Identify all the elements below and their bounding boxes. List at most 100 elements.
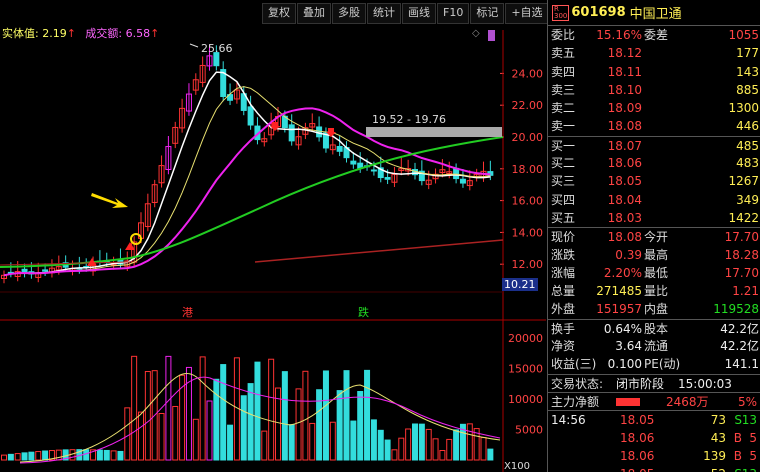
volume-bar [138,411,144,461]
volume-bar [199,356,206,461]
volume-bar [480,437,487,461]
quote-row: 买三 18.05 1267 [548,172,760,190]
volume-bar [213,378,220,461]
quote-label: 涨跌 [551,247,576,262]
toolbar-button-0[interactable]: 复权 [262,3,296,24]
quote-value-2: 1300 [728,101,759,116]
quote-value: 0.100 [607,357,642,372]
legend-arrow-2: ↑ [150,27,160,40]
quote-value: 18.06 [607,156,642,171]
diamond-icon[interactable]: ◇ [472,28,480,39]
legend-arrow-1: ↑ [66,27,76,40]
quote-row: 涨幅 2.20% 最低 17.70 [548,264,760,282]
quote-row: 净资 3.64 流通 42.2亿 [548,337,760,355]
quote-value: 151957 [596,302,642,317]
highlight-circle [130,233,142,245]
volume-bar [110,450,117,461]
quote-row: 买一 18.07 485 [548,135,760,154]
quote-label: 卖五 [551,46,576,61]
quote-label: 卖四 [551,64,576,79]
quote-label: 卖三 [551,82,576,97]
volume-bar [453,429,460,461]
volume-bar [446,438,453,461]
candle [336,145,343,152]
ma5-line [3,71,491,277]
quote-row: 卖一 18.08 446 [548,117,760,135]
quote-label-2: 最高 [644,247,669,262]
volume-axis-label: 15000 [508,363,543,376]
toolbar-button-1[interactable]: 叠加 [297,3,331,24]
candle [350,160,357,165]
trade-price: 18.06 [620,430,655,445]
quote-label-2: 量比 [644,284,669,299]
quote-value-2: 485 [736,138,759,153]
quote-value-2: 885 [736,82,759,97]
toolbar-button-6[interactable]: 标记 [470,3,505,24]
quote-label: 收益(三) [551,357,597,372]
volume-bar [439,450,446,461]
resistance-band [366,127,502,137]
quote-value: 18.07 [607,138,642,153]
bookmark-flag-icon[interactable] [488,30,495,41]
volume-bar [398,437,405,461]
legend-turnover: 成交额: 6.58 [85,27,151,40]
volume-bar [131,355,138,461]
volume-bar [425,428,432,461]
quote-label: 卖一 [551,119,576,134]
price-axis-label: 16.00 [512,195,544,208]
quote-row: 换手 0.64% 股本 42.2亿 [548,318,760,337]
toolbar-button-7[interactable]: +自选 [505,3,549,24]
volume-bar [103,449,110,461]
status-time: 15:00:03 [678,376,732,391]
quote-label: 委比 [551,28,576,42]
status-label: 交易状态: [551,376,604,391]
quote-label: 买三 [551,174,576,189]
quote-label-2: 内盘 [644,302,669,317]
trade-price: 18.06 [620,448,655,463]
toolbar-button-5[interactable]: F10 [437,3,470,24]
toolbar-button-4[interactable]: 画线 [402,3,436,24]
candle [288,124,295,142]
quote-label: 买一 [551,138,576,153]
chart-canvas[interactable]: 24.00 22.00 20.00 18.00 16.00 14.00 12.00 20000… [0,0,546,472]
quote-label: 现价 [551,230,576,245]
volume-bar [487,448,494,461]
volume-bar [377,429,384,461]
trade-count: 5 [749,448,757,463]
trade-side: B [733,448,742,463]
volume-bar [281,371,288,461]
trade-count: 13 [742,465,757,472]
volume-bar [357,390,364,461]
quote-row: 委比 15.16% 委差 1055 [548,26,760,44]
quote-row: 买五 18.03 1422 [548,209,760,227]
quote-label: 外盘 [551,302,576,317]
volume-bar [432,438,439,461]
volume-bar [96,449,103,461]
volume-bar [220,364,227,461]
quote-label-2: 流通 [644,339,669,354]
kline-chart-area[interactable]: 24.00 22.00 20.00 18.00 16.00 14.00 12.00 20000… [0,0,584,472]
quote-row: 外盘 151957 内盘 119528 [548,300,760,318]
volume-bar [316,389,323,461]
volume-bar [364,369,371,461]
volume-bar [35,451,42,461]
volume-bar [466,423,473,461]
high-label: 25.66 [201,42,233,55]
quote-row: 卖四 18.11 143 [548,63,760,81]
trade-row: 18.0552S13 [548,465,760,472]
cursor-price-label: 10.21 [502,278,538,291]
netflow-value: 2468万 [666,394,709,409]
volume-bar [412,423,418,461]
quote-value-2: 349 [736,192,759,207]
toolbar-button-2[interactable]: 多股 [332,3,366,24]
price-axis-label: 14.00 [512,226,544,239]
quote-label: 涨幅 [551,265,576,280]
volume-bar [370,419,377,461]
quote-label-2: 最低 [644,265,669,280]
limit-up-marker: 港 [182,306,193,319]
price-axis-label: 20.00 [512,131,544,144]
volume-bar [7,453,14,461]
toolbar-button-3[interactable]: 统计 [367,3,401,24]
volume-bar [384,439,391,461]
volume-bar [254,361,261,461]
